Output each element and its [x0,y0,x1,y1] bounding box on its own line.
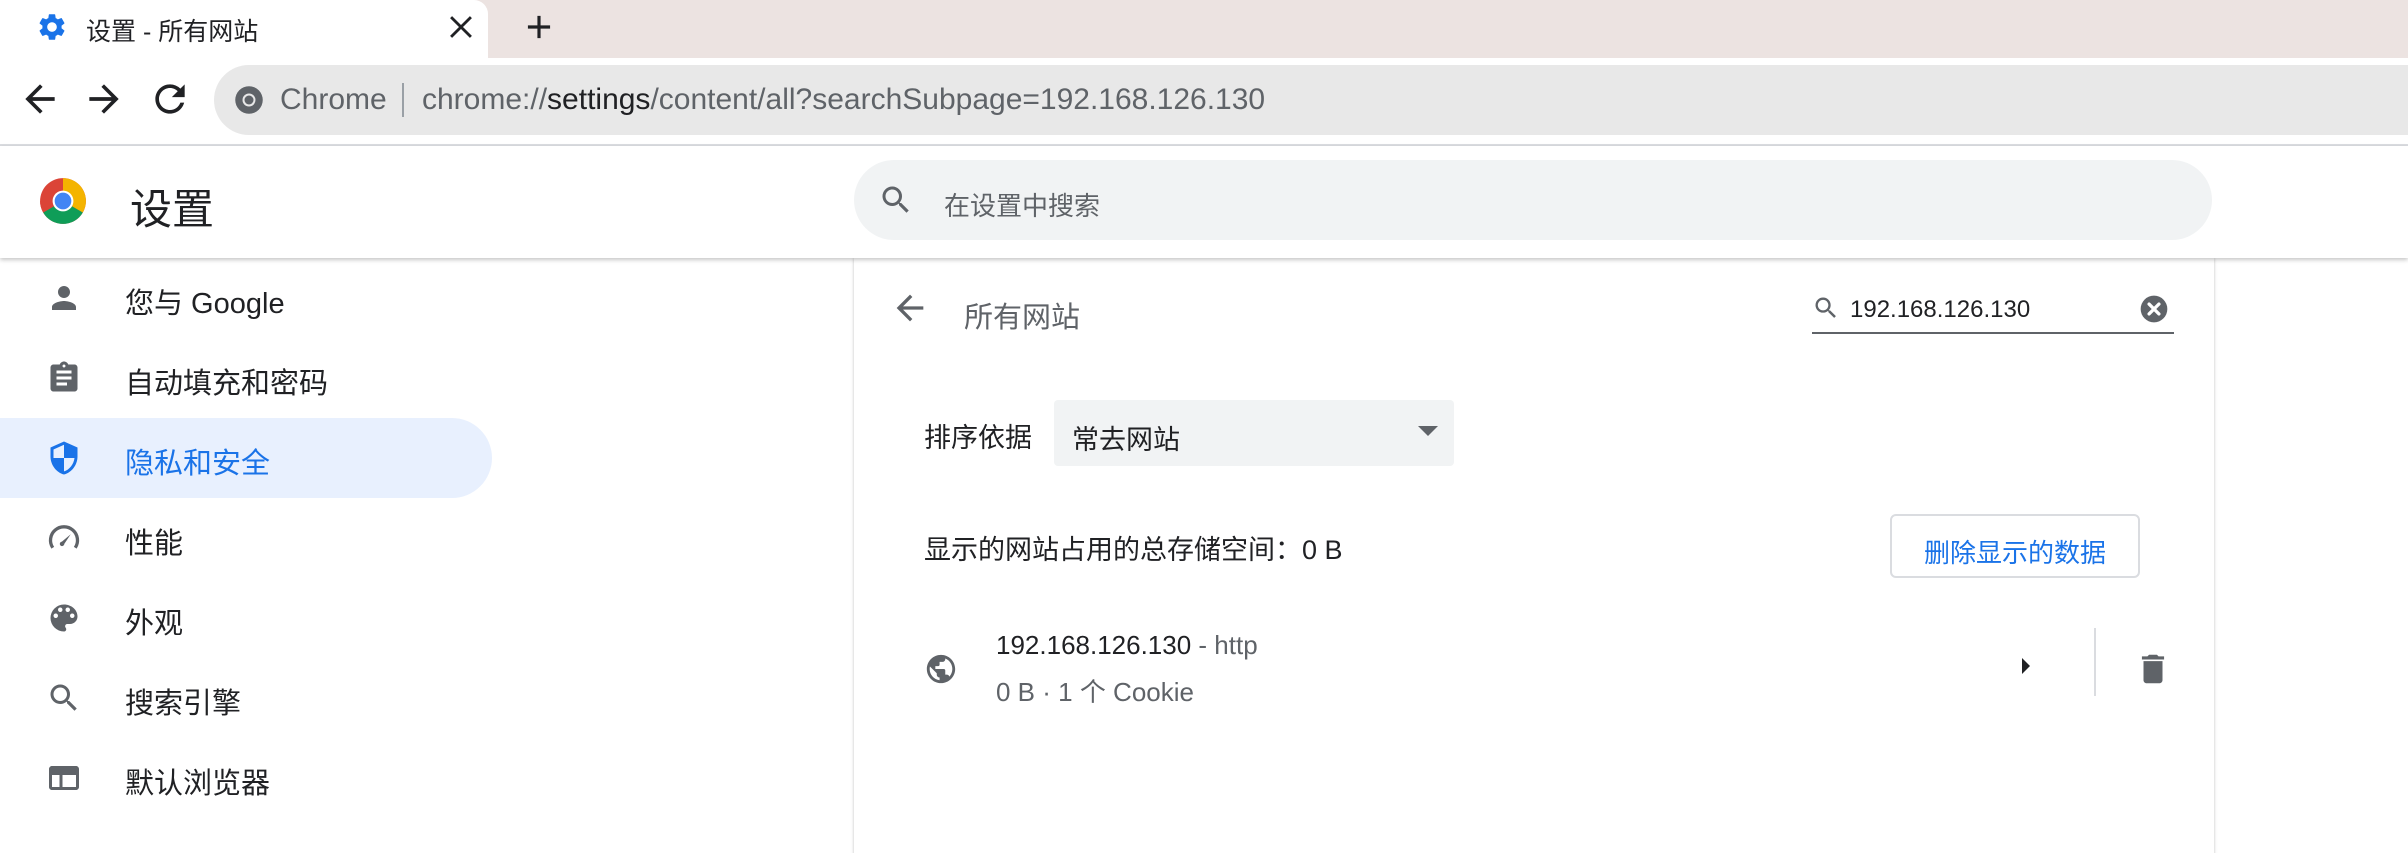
search-icon [50,684,77,711]
globe-icon [926,654,956,684]
tab-strip: 设置 - 所有网站 [0,0,2408,58]
delete-shown-data-label: 删除显示的数据 [1923,538,2106,568]
sort-dropdown[interactable]: 常去网站 [1054,400,1454,466]
dropdown-arrow-icon [1418,426,1438,436]
filter-value: 192.168.126.130 [1850,296,2031,323]
tab-settings-all-sites[interactable]: 设置 - 所有网站 [0,0,488,58]
site-usage: 0 B · 1 个 Cookie [996,677,1194,707]
page-title: 设置 [130,186,215,233]
url-text: chrome://settings/content/all?searchSubp… [422,83,1265,117]
shield-icon [50,441,78,475]
site-protocol: - http [1191,630,1258,660]
url-host: settings [547,83,651,116]
sidebar-item-you-and-google[interactable]: 您与 Google [0,258,492,338]
url-path: /content/all?searchSubpage=192.168.126.1… [650,83,1266,116]
speedometer-icon [48,525,80,549]
search-icon [882,186,909,213]
chrome-logo-icon [40,178,86,224]
sidebar-item-label: 性能 [125,528,184,560]
clipboard-icon [50,361,78,392]
gear-icon [39,14,65,40]
storage-summary: 显示的网站占用的总存储空间：0 B [924,535,1343,565]
sidebar-item-label: 默认浏览器 [125,768,271,800]
settings-search-input[interactable]: 在设置中搜索 [854,160,2212,240]
sidebar-item-appearance[interactable]: 外观 [0,578,492,658]
site-host-name: 192.168.126.130 [996,630,1192,660]
palette-icon [50,604,78,632]
trash-icon[interactable] [2134,650,2172,688]
sidebar-item-label: 外观 [125,608,184,640]
site-filter-input[interactable]: 192.168.126.130 [1812,282,2174,334]
row-divider [2094,628,2096,696]
tab-title: 设置 - 所有网站 [86,18,259,46]
sort-label: 排序依据 [924,423,1032,453]
clear-icon[interactable] [2138,293,2170,325]
subpage-title: 所有网站 [964,302,1081,334]
browser-window-icon [49,766,79,790]
sidebar-item-autofill[interactable]: 自动填充和密码 [0,338,492,418]
chrome-page-icon [235,86,263,114]
sidebar-item-default-browser[interactable]: 默认浏览器 [0,738,492,818]
settings-sidebar: 您与 Google 自动填充和密码 隐私和安全 性能 外观 搜索引擎 默认浏览器 [0,258,500,853]
sidebar-item-label: 搜索引擎 [125,688,242,720]
back-arrow-icon[interactable] [18,77,62,121]
browser-toolbar: Chrome chrome://settings/content/all?sea… [0,58,2408,144]
sidebar-item-label: 您与 Google [125,288,285,320]
sidebar-item-performance[interactable]: 性能 [0,498,492,578]
site-label: Chrome [280,83,387,116]
settings-header: 设置 在设置中搜索 [0,146,2408,258]
url-scheme: chrome:// [422,83,548,116]
search-placeholder: 在设置中搜索 [944,191,1101,221]
expand-arrow-icon[interactable] [2022,658,2030,674]
all-sites-card: 所有网站 192.168.126.130 排序依据 常去网站 显示的网站占用的总… [854,258,2214,853]
site-host: 192.168.126.130 - http [996,630,1258,661]
search-icon [1815,297,1836,318]
person-icon [52,286,76,310]
close-icon[interactable] [444,10,478,44]
forward-arrow-icon[interactable] [82,77,126,121]
reload-icon[interactable] [148,77,192,121]
address-separator [402,83,404,117]
delete-shown-data-button[interactable]: 删除显示的数据 [1890,514,2140,578]
sidebar-item-privacy-security[interactable]: 隐私和安全 [0,418,492,498]
address-bar[interactable]: Chrome chrome://settings/content/all?sea… [214,65,2408,135]
sidebar-item-label: 自动填充和密码 [125,368,329,400]
site-entry-row[interactable]: 192.168.126.130 - http 0 B · 1 个 Cookie [914,614,2174,714]
sidebar-item-search-engine[interactable]: 搜索引擎 [0,658,492,738]
new-tab-plus-icon[interactable] [520,8,558,46]
sidebar-item-label: 隐私和安全 [125,448,271,480]
sort-selected-value: 常去网站 [1072,425,1180,455]
back-arrow-icon[interactable] [890,288,930,328]
